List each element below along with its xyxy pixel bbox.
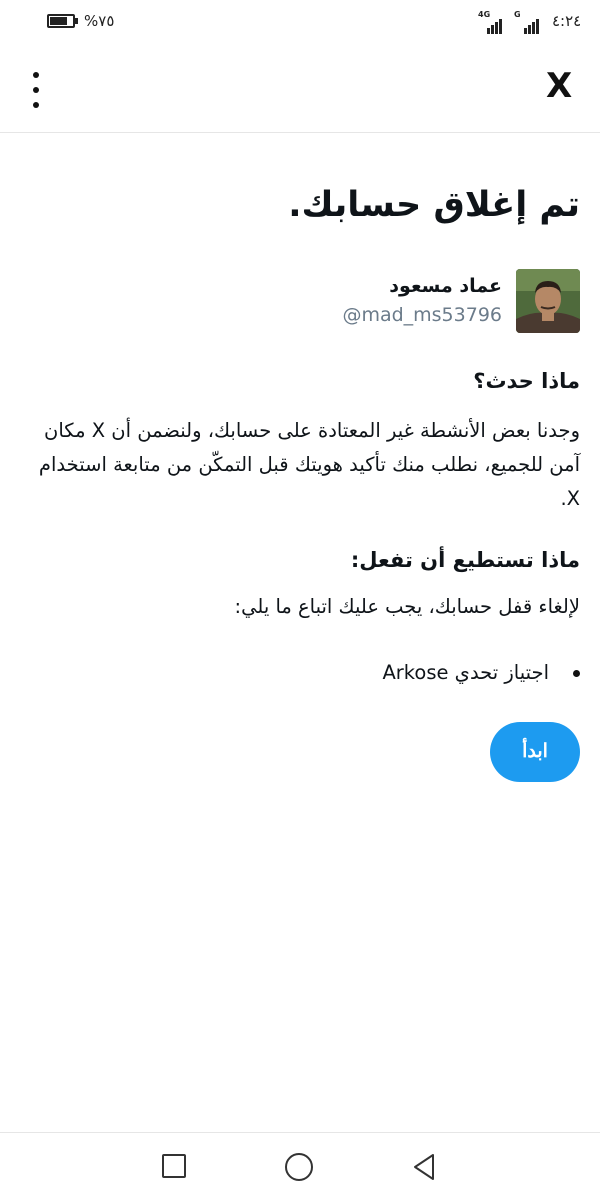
user-handle: @mad_ms53796 [342,304,502,326]
status-bar: %٧٥ 4G G ٤:٢٤ [0,0,600,50]
start-button[interactable]: ابدأ [490,722,580,782]
signal-g-icon: G [514,10,546,34]
battery-icon [47,14,75,28]
what-to-do-heading: ماذا تستطيع أن تفعل: [350,548,580,572]
clock: ٤:٢٤ [552,12,582,30]
what-happened-body: وجدنا بعض الأنشطة غير المعتادة على حسابك… [38,419,580,510]
page-title: تم إغلاق حسابك. [288,185,580,225]
app-header: X [0,50,600,133]
home-circle-icon[interactable] [285,1153,313,1181]
close-button[interactable]: X [546,66,572,106]
bullet-icon [573,670,580,677]
back-triangle-icon[interactable] [412,1153,436,1181]
battery-percent: %٧٥ [84,12,115,30]
signal-4g-icon: 4G [478,10,506,34]
what-happened-heading: ماذا حدث؟ [473,369,580,393]
avatar [516,269,580,333]
navigation-bar [0,1132,600,1201]
battery-tip [75,18,78,24]
what-to-do-body: لإلغاء قفل حسابك، يجب عليك اتباع ما يلي: [234,595,580,618]
list-item: اجتياز تحدي Arkose [20,658,580,688]
network-4g-label: 4G [478,10,491,19]
recents-square-icon[interactable] [162,1154,186,1178]
network-g-label: G [514,10,521,19]
more-vertical-icon[interactable] [26,72,46,108]
step-label: اجتياز تحدي Arkose [382,661,549,684]
user-display-name: عماد مسعود [389,275,502,297]
battery-level-fill [50,17,67,25]
